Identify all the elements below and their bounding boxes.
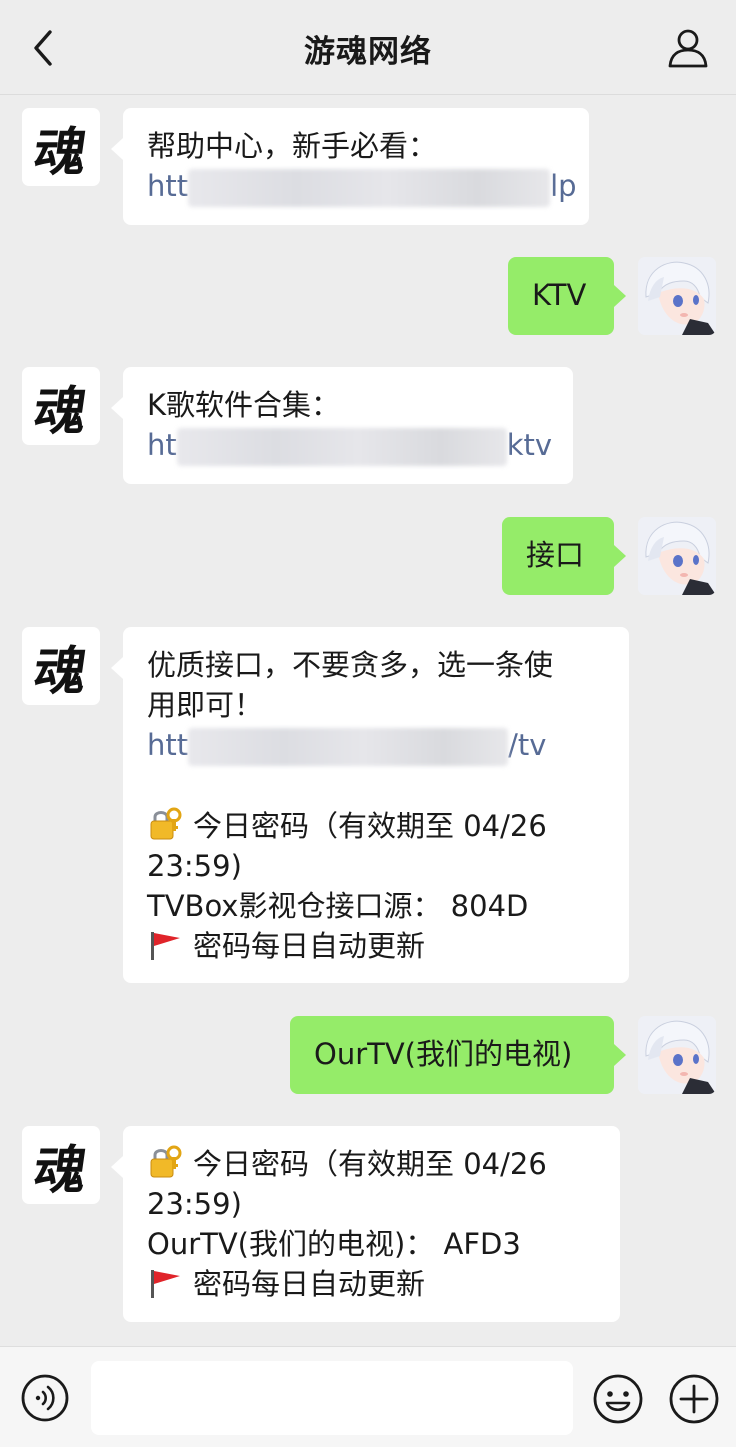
redacted-link: [188, 728, 509, 766]
lock-key-icon: [150, 1145, 182, 1178]
message-row: KTV: [0, 257, 736, 337]
message-link[interactable]: ht ktv: [147, 425, 552, 466]
user-avatar[interactable]: [638, 1016, 716, 1094]
plus-icon[interactable]: [668, 1373, 720, 1425]
anime-avatar-image: [638, 1016, 716, 1094]
smiley-icon[interactable]: [592, 1373, 644, 1425]
message-text: 帮助中心，新手必看：: [147, 129, 438, 163]
password-time: 23:59): [147, 849, 242, 883]
message-row: 魂 今日密码（有效期至 04/26 23:59) OurTV(我们的电视)： A…: [0, 1126, 736, 1326]
anime-avatar-image: [638, 257, 716, 335]
source-text: TVBox影视仓接口源： 804D: [147, 889, 529, 923]
source-text: OurTV(我们的电视)： AFD3: [147, 1227, 521, 1261]
message-list[interactable]: 魂 帮助中心，新手必看： htt lp KTV 魂 K歌软件合集： ht ktv…: [0, 95, 736, 1345]
person-icon[interactable]: [666, 26, 710, 70]
password-text: 今日密码（有效期至 04/26: [193, 809, 547, 843]
message-text: 优质接口，不要贪多，选一条使: [147, 648, 554, 682]
message-link[interactable]: htt lp: [147, 166, 577, 207]
message-text: KTV: [532, 278, 587, 312]
chat-title: 游魂网络: [304, 34, 432, 70]
bot-avatar[interactable]: 魂: [22, 367, 100, 445]
message-row: 魂 优质接口，不要贪多，选一条使 用即可！ htt/tv 今日密码（有效期至 0…: [0, 627, 736, 987]
redacted-link: [176, 428, 507, 466]
anime-avatar-image: [638, 517, 716, 595]
note-text: 密码每日自动更新: [193, 1267, 426, 1301]
message-row: OurTV(我们的电视): [0, 1016, 736, 1096]
note-text: 密码每日自动更新: [193, 929, 426, 963]
message-link[interactable]: htt/tv: [147, 725, 605, 766]
bot-avatar[interactable]: 魂: [22, 108, 100, 186]
red-flag-icon: [151, 932, 180, 960]
message-input[interactable]: [91, 1361, 573, 1435]
message-text: K歌软件合集：: [147, 388, 341, 422]
message-bubble[interactable]: K歌软件合集： ht ktv: [111, 367, 573, 484]
message-text: OurTV(我们的电视): [314, 1037, 573, 1071]
red-flag-icon: [151, 1270, 180, 1298]
chat-header: 游魂网络: [0, 0, 736, 95]
message-row: 魂 帮助中心，新手必看： htt lp: [0, 108, 736, 228]
redacted-link: [188, 169, 551, 207]
password-time: 23:59): [147, 1187, 242, 1221]
message-text: 接口: [526, 538, 585, 572]
user-avatar[interactable]: [638, 517, 716, 595]
lock-key-icon: [150, 807, 182, 840]
bot-avatar[interactable]: 魂: [22, 1126, 100, 1204]
message-bubble[interactable]: 今日密码（有效期至 04/26 23:59) OurTV(我们的电视)： AFD…: [111, 1126, 620, 1322]
bot-avatar[interactable]: 魂: [22, 627, 100, 705]
message-bubble-self[interactable]: OurTV(我们的电视): [290, 1016, 626, 1094]
voice-icon[interactable]: [20, 1373, 70, 1423]
message-row: 魂 K歌软件合集： ht ktv: [0, 367, 736, 487]
input-bar: [0, 1346, 736, 1447]
message-text: 用即可！: [147, 688, 264, 722]
message-row: 接口: [0, 517, 736, 597]
password-text: 今日密码（有效期至 04/26: [193, 1147, 547, 1181]
message-bubble-self[interactable]: KTV: [508, 257, 626, 335]
message-bubble[interactable]: 帮助中心，新手必看： htt lp: [111, 108, 589, 225]
message-bubble-self[interactable]: 接口: [502, 517, 626, 595]
user-avatar[interactable]: [638, 257, 716, 335]
message-bubble[interactable]: 优质接口，不要贪多，选一条使 用即可！ htt/tv 今日密码（有效期至 04/…: [111, 627, 629, 983]
